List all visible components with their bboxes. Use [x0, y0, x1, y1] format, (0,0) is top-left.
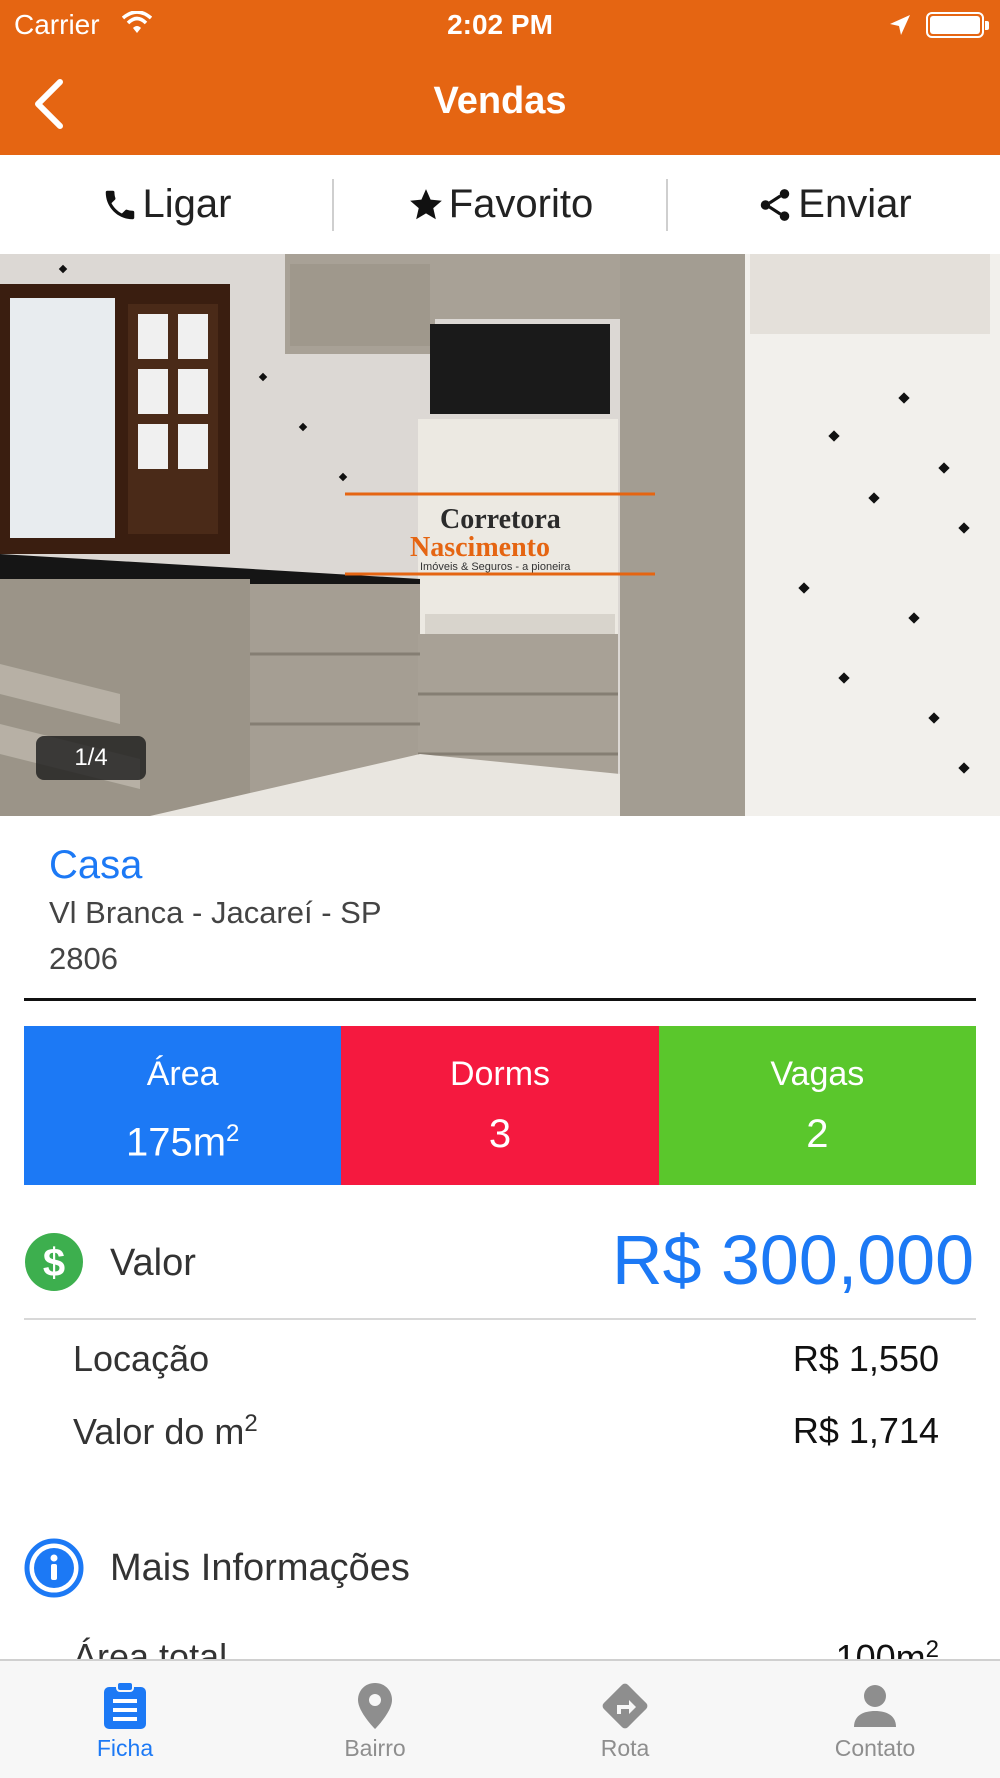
tab-rota[interactable]: Rota	[500, 1661, 750, 1778]
tab-contato-label: Contato	[834, 1735, 916, 1761]
dollar-circle-icon: $	[24, 1232, 84, 1297]
detail-value: R$ 1,714	[792, 1410, 939, 1451]
share-button[interactable]: Enviar	[668, 155, 1000, 254]
property-photo-carousel[interactable]: Corretora Nascimento Imóveis & Seguros -…	[0, 254, 1000, 816]
watermark-tagline: Imóveis & Seguros - a pioneira	[420, 561, 571, 573]
page-title: Vendas	[433, 80, 567, 122]
share-label: Enviar	[798, 182, 912, 226]
tab-bairro-label: Bairro	[344, 1735, 406, 1761]
location-arrow-icon	[888, 12, 912, 44]
watermark-line-1: Corretora	[440, 504, 561, 535]
star-icon	[409, 188, 442, 219]
stats-row: Área 175m2 Dorms 3 Vagas 2	[24, 1026, 976, 1185]
stat-dorms-value: 3	[488, 1112, 512, 1156]
tab-bairro[interactable]: Bairro	[250, 1661, 500, 1778]
stat-vagas-label: Vagas	[770, 1055, 865, 1093]
listing-header: Casa Vl Branca - Jacareí - SP 2806	[49, 840, 969, 982]
tab-bar: Ficha Bairro Rota Contato	[0, 1659, 1000, 1778]
detail-value: R$ 1,550	[792, 1338, 939, 1379]
detail-label: Locação	[73, 1338, 210, 1379]
price-value: R$ 300,000	[612, 1221, 974, 1299]
clock: 2:02 PM	[447, 9, 553, 40]
watermark-line-2: Nascimento	[410, 532, 550, 563]
stat-area: Área 175m2	[24, 1026, 342, 1185]
call-button[interactable]: Ligar	[0, 155, 332, 254]
info-circle-icon	[24, 1538, 84, 1603]
stat-vagas-value: 2	[806, 1112, 829, 1156]
stat-dorms-label: Dorms	[449, 1055, 551, 1093]
photo-counter: 1/4	[36, 736, 146, 780]
favorite-button[interactable]: Favorito	[334, 155, 666, 254]
stat-vagas: Vagas 2	[658, 1026, 976, 1185]
divider	[24, 1318, 976, 1320]
property-address: Vl Branca - Jacareí - SP	[49, 895, 382, 930]
directions-icon	[602, 1683, 648, 1729]
top-bar: Carrier 2:02 PM Vendas	[0, 0, 1000, 155]
stat-area-label: Área	[146, 1055, 219, 1093]
stat-area-value: 175m2	[125, 1120, 240, 1165]
svg-text:$: $	[43, 1241, 65, 1285]
detail-label: Valor do m2	[73, 1410, 258, 1452]
tab-ficha[interactable]: Ficha	[0, 1661, 250, 1778]
tab-rota-label: Rota	[600, 1735, 650, 1761]
watermark-logo: Corretora Nascimento Imóveis & Seguros -…	[340, 486, 660, 582]
more-info-header: Mais Informações	[24, 1538, 976, 1600]
price-row: $ Valor R$ 300,000	[24, 1221, 976, 1316]
stat-dorms: Dorms 3	[341, 1026, 659, 1185]
phone-icon	[105, 190, 134, 219]
tab-contato[interactable]: Contato	[750, 1661, 1000, 1778]
price-label: Valor	[110, 1242, 196, 1284]
more-info-label: Mais Informações	[110, 1547, 410, 1589]
divider	[24, 998, 976, 1001]
favorite-label: Favorito	[448, 182, 594, 226]
call-label: Ligar	[142, 182, 232, 226]
tab-ficha-label: Ficha	[96, 1735, 154, 1761]
battery-icon	[926, 12, 989, 38]
person-icon	[854, 1685, 896, 1727]
action-bar: Ligar Favorito Enviar	[0, 155, 1000, 254]
clipboard-icon	[104, 1681, 146, 1729]
property-type: Casa	[49, 843, 143, 887]
property-reference: 2806	[49, 941, 118, 976]
share-icon	[761, 188, 790, 221]
nav-bar: Vendas	[0, 50, 1000, 155]
map-pin-icon	[358, 1683, 392, 1729]
status-bar: Carrier 2:02 PM	[0, 0, 1000, 50]
